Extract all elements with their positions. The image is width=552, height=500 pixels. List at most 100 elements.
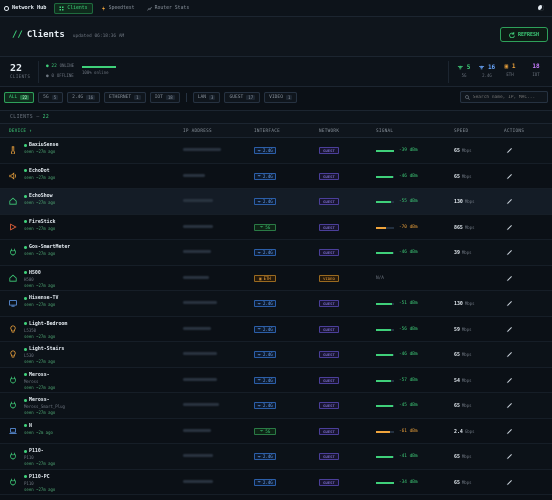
edit-icon[interactable] [506, 249, 513, 256]
ip-address-redacted [183, 224, 213, 228]
device-name[interactable]: Hisense-TV [24, 295, 58, 301]
table-row[interactable]: Light-Stairs L530 seen ~27m ago ᯤ 2.4G GUEST -… [0, 342, 552, 368]
divider [185, 92, 187, 102]
last-seen: seen ~2m ago [24, 429, 53, 435]
edit-icon[interactable] [506, 198, 513, 205]
table-row[interactable]: Light-Bedroom L5350 seen ~27m ago ᯤ 2.4G GUES… [0, 317, 552, 342]
device-model: P110 [24, 480, 34, 486]
filter-guest[interactable]: GUEST 17 [224, 91, 261, 103]
status-dot [24, 271, 27, 274]
device-name[interactable]: Light-Bedroom [24, 321, 67, 327]
edit-icon[interactable] [506, 479, 513, 486]
refresh-label: REFRESH [517, 31, 540, 38]
filter-iot[interactable]: IOT 18 [149, 91, 180, 103]
device-name[interactable]: P110- [24, 448, 44, 454]
col-signal[interactable]: SIGNAL [376, 129, 393, 134]
tab-router-stats[interactable]: Router Stats [143, 3, 194, 14]
brand[interactable]: Network Hub [4, 5, 46, 11]
signal-bar-fill [376, 405, 394, 407]
table-row[interactable]: Gos-SmartMeter seen ~27m ago ᯤ 2.4G GUEST -46… [0, 240, 552, 266]
device-name[interactable]: N [24, 423, 32, 429]
col-ip[interactable]: IP ADDRESS [183, 129, 212, 134]
table-row[interactable]: FireStick seen ~27m ago ᯤ 5G GUEST -70 dBm 865… [0, 215, 552, 240]
filter-ethernet[interactable]: ETHERNET 1 [104, 91, 146, 103]
table-row[interactable]: Meross- Meross_Smart_Plug seen ~27m ago ᯤ 2.… [0, 393, 552, 419]
col-speed[interactable]: SPEED [454, 129, 468, 134]
table-row[interactable]: EchoDot seen ~27m ago ᯤ 2.4G GUEST -46 dBm 65 M… [0, 164, 552, 189]
signal-value: -46 dBm [399, 250, 418, 255]
search-box[interactable] [460, 91, 548, 103]
filter-video[interactable]: VIDEO 1 [264, 91, 298, 103]
last-seen: seen ~27m ago [24, 200, 56, 205]
filter-count: 17 [246, 94, 256, 100]
speed-value: 2.4 [454, 428, 463, 435]
status-dot [24, 143, 27, 147]
link-speed: 65 Mbps [454, 174, 472, 180]
bolt-icon [101, 5, 105, 11]
table-row[interactable]: Meross- Meross seen ~27m ago ᯤ 2.4G GUEST -57 … [0, 368, 552, 393]
status-dot [24, 373, 27, 376]
moon-icon[interactable] [538, 5, 544, 11]
interface-badge: ᯤ 5G [254, 223, 276, 231]
edit-icon[interactable] [506, 300, 513, 307]
filter-label: VIDEO [269, 94, 283, 100]
col-interface[interactable]: INTERFACE [254, 129, 280, 134]
device-name[interactable]: Meross- [24, 372, 50, 378]
interface-badge: ᯤ 2.4G [254, 325, 276, 333]
status-dot [24, 347, 27, 351]
last-seen: seen ~27m ago [24, 251, 56, 256]
interface-label: 2.4G [263, 479, 273, 485]
device-name-text: Meross- [29, 397, 50, 403]
signal-value: -46 dBm [399, 352, 418, 357]
tab-speedtest[interactable]: Speedtest [97, 3, 139, 14]
table-row[interactable]: BaxiuSense seen ~27m ago ᯤ 2.4G GUEST -39 dBm… [0, 138, 552, 164]
device-name[interactable]: Gos-SmartMeter [24, 244, 70, 250]
edit-icon[interactable] [506, 275, 513, 282]
offline-label: OFFLINE [56, 73, 74, 78]
table-row[interactable]: H500 H500 seen ~27m ago ▣ ETH VIDEO N/A [0, 266, 552, 291]
device-name[interactable]: Meross- [24, 397, 50, 403]
edit-icon[interactable] [506, 224, 513, 231]
device-name[interactable]: P110-PC [24, 474, 50, 480]
col-device[interactable]: DEVICE ↑ [9, 129, 32, 134]
edit-icon[interactable] [506, 173, 513, 180]
device-name[interactable]: EchoShow [24, 193, 53, 199]
device-name[interactable]: FireStick [24, 219, 56, 225]
filter-count: 1 [134, 94, 141, 100]
edit-icon[interactable] [506, 453, 513, 460]
band-label: 2.4G [482, 73, 492, 78]
col-actions: ACTIONS [504, 129, 525, 134]
edit-icon[interactable] [506, 402, 513, 409]
search-input[interactable] [472, 94, 543, 100]
device-name[interactable]: Light-Stairs [24, 346, 64, 352]
signal-value: -45 dBm [399, 403, 418, 408]
band-value: 1 [511, 63, 516, 70]
edit-icon[interactable] [506, 326, 513, 333]
device-name[interactable]: BaxiuSense [24, 142, 58, 148]
plug-icon [10, 248, 16, 256]
network-badge: GUEST [319, 376, 339, 384]
edit-icon[interactable] [506, 147, 513, 154]
table-row[interactable]: EchoShow seen ~27m ago ᯤ 2.4G GUEST -55 dBm 13… [0, 189, 552, 215]
ethernet-icon: ▣ [504, 63, 509, 70]
table-row[interactable]: Nseen ~2m ago ᯤ 5G GUEST -61 dBm 2.4 Gbps [0, 419, 552, 444]
signal-value: N/A [376, 275, 384, 281]
tab-clients[interactable]: Clients [54, 2, 93, 14]
filter-label: ALL [9, 94, 18, 100]
table-row[interactable]: P110-PC P110 seen ~27m ago ᯤ 2.4G GUEST -34 dB… [0, 470, 552, 495]
col-network[interactable]: NETWORK [319, 129, 339, 134]
device-name[interactable]: H500 [24, 270, 41, 276]
filter-24g[interactable]: 2.4G 16 [67, 91, 101, 103]
filter-lan[interactable]: LAN 3 [192, 91, 221, 103]
table-row[interactable]: P110- P110 seen ~27m ago ᯤ 2.4G GUEST -41 dBm 6… [0, 444, 552, 470]
edit-icon[interactable] [506, 428, 513, 435]
edit-icon[interactable] [506, 377, 513, 384]
refresh-button[interactable]: REFRESH [500, 27, 548, 42]
edit-icon[interactable] [506, 351, 513, 358]
filter-5g[interactable]: 5G 5 [38, 91, 64, 103]
filter-all[interactable]: ALL 22 [4, 91, 35, 103]
link-speed: 865 Mbps [454, 225, 474, 231]
table-row[interactable]: Hisense-TV seen ~27m ago ᯤ 2.4G GUEST -51 dBm… [0, 291, 552, 317]
device-name[interactable]: EchoDot [24, 168, 50, 174]
signal-bar-fill [376, 226, 386, 229]
